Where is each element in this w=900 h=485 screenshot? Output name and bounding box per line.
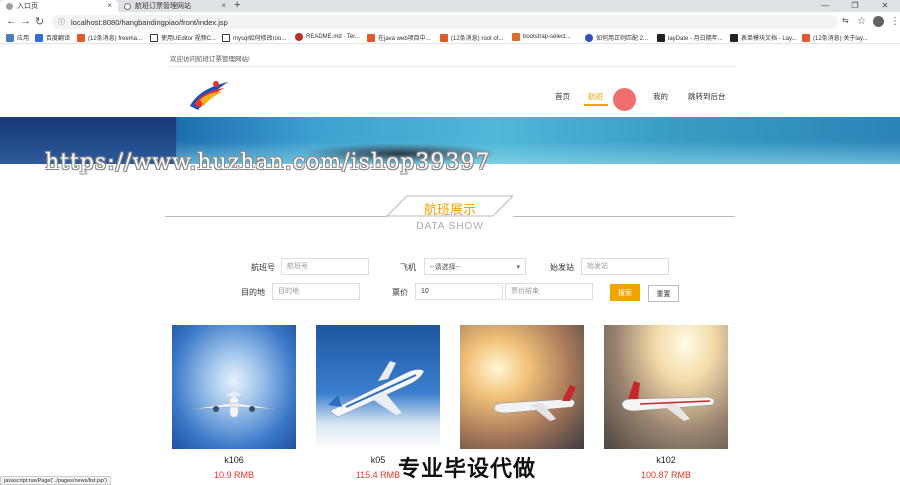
bookmark-favicon-icon — [802, 33, 810, 42]
overlay-watermark-text: 专业毕设代做 — [398, 456, 537, 481]
new-tab-button[interactable]: + — [234, 0, 240, 11]
bookmark-item[interactable]: 在java web项目中... — [367, 33, 431, 42]
destination-input[interactable] — [272, 283, 360, 300]
price-min-input[interactable] — [415, 283, 503, 300]
page-favicon-icon — [6, 2, 13, 10]
tab-title: 航班订票管理网站 — [135, 3, 191, 10]
bookmark-item[interactable]: README.md · Ter... — [295, 33, 360, 41]
nav-home[interactable]: 首页 — [555, 91, 570, 102]
flight-card[interactable] — [460, 325, 584, 449]
bookmark-favicon-icon — [512, 33, 520, 41]
bookmark-item[interactable]: bootstrap-select... — [512, 33, 571, 41]
bookmark-favicon-icon — [367, 33, 375, 42]
bookmark-item[interactable]: (12条消息) root of... — [440, 33, 503, 42]
status-bar: javascript:navPage('../pages/news/list.j… — [0, 476, 111, 485]
flight-no-input[interactable] — [281, 258, 369, 275]
flight-image[interactable] — [460, 325, 584, 449]
bookmark-favicon-icon — [295, 33, 303, 41]
plane-select[interactable]: --请选择-- ▾ — [424, 258, 526, 275]
bookmark-favicon-icon — [35, 33, 43, 42]
bookmark-item[interactable]: mysql如何修改roo... — [222, 33, 286, 42]
bookmark-item[interactable]: (12条消息) 关于lay... — [802, 33, 868, 42]
flight-image[interactable] — [172, 325, 296, 449]
nav-flights[interactable]: 航班 — [588, 91, 603, 102]
bookmark-item[interactable]: layDate - 月日期年... — [657, 33, 723, 42]
chevron-down-icon: ▾ — [516, 264, 520, 271]
section-title: 航班展示 — [423, 202, 476, 217]
bookmark-favicon-icon — [150, 33, 158, 42]
section-divider-right — [513, 216, 735, 217]
section-divider-left — [165, 216, 387, 217]
back-arrow-icon[interactable]: ← — [6, 15, 17, 27]
translate-icon[interactable]: ⇆ — [842, 16, 849, 25]
airplane-icon — [328, 361, 425, 418]
profile-avatar-icon[interactable] — [873, 16, 884, 27]
minimize-window-icon[interactable]: — — [810, 0, 840, 12]
flight-image[interactable] — [316, 325, 440, 449]
flight-card[interactable]: k05 115.4 RMB — [316, 325, 440, 480]
apps-grid-icon — [6, 33, 14, 42]
close-window-icon[interactable]: ✕ — [870, 0, 900, 12]
url-text: localhost:8080/hangbandingpiao/front/ind… — [71, 17, 228, 27]
flight-card[interactable]: k106 10.9 RMB — [172, 325, 296, 480]
site-logo-icon[interactable] — [186, 76, 232, 112]
origin-label: 始发站 — [550, 263, 574, 272]
bookmark-item[interactable]: 使用UEditor 视频C... — [150, 33, 216, 42]
globe-icon — [124, 2, 131, 10]
flight-price: 10.9 RMB — [213, 470, 255, 480]
header-divider — [170, 66, 736, 67]
flight-no-label: 航班号 — [251, 263, 275, 272]
flight-image[interactable] — [604, 325, 728, 449]
info-icon[interactable]: ⓘ — [58, 17, 65, 27]
airplane-icon — [194, 391, 274, 417]
destination-label: 目的地 — [241, 288, 265, 297]
reload-icon[interactable]: ↻ — [35, 15, 44, 28]
maximize-window-icon[interactable]: ❐ — [840, 0, 870, 12]
plane-label: 飞机 — [400, 263, 416, 272]
close-tab-icon[interactable]: × — [221, 1, 226, 10]
bookmark-favicon-icon — [657, 33, 665, 42]
address-bar[interactable]: ⓘ localhost:8080/hangbandingpiao/front/i… — [52, 15, 838, 29]
search-button[interactable]: 搜索 — [610, 284, 640, 301]
browser-toolbar: ← → ↻ ⓘ localhost:8080/hangbandingpiao/f… — [0, 12, 900, 32]
airplane-icon — [493, 385, 576, 421]
bookmark-item[interactable]: 百度翻译 — [35, 33, 70, 42]
flight-card[interactable]: k102 100.87 RMB — [604, 325, 728, 480]
flight-name[interactable]: k102 — [604, 455, 728, 465]
menu-kebab-icon[interactable]: ⋮ — [890, 16, 900, 27]
nav-mine[interactable]: 我的 — [653, 91, 668, 102]
tab-strip: 入口页 × 航班订票管理网站 × + — ❐ ✕ — [0, 0, 900, 12]
welcome-text: 欢迎访问航班订票管理网站! — [170, 56, 250, 63]
airplane-icon — [621, 381, 715, 421]
close-tab-icon[interactable]: × — [107, 1, 112, 10]
price-max-input[interactable] — [505, 283, 593, 300]
nav-active-underline — [584, 104, 608, 106]
flight-price: 100.87 RMB — [640, 470, 692, 480]
bookmark-favicon-icon — [222, 33, 230, 42]
browser-tab-1[interactable]: 入口页 × — [0, 0, 118, 12]
tab-title: 入口页 — [17, 3, 38, 10]
origin-input[interactable] — [581, 258, 669, 275]
flight-name[interactable]: k106 — [172, 455, 296, 465]
bookmark-favicon-icon — [77, 33, 85, 42]
bookmark-apps[interactable]: 应用 — [6, 33, 29, 42]
bookmark-star-icon[interactable]: ☆ — [857, 16, 866, 27]
bookmark-favicon-icon — [440, 33, 448, 42]
forward-arrow-icon[interactable]: → — [20, 15, 31, 27]
price-label: 票价 — [392, 288, 408, 297]
bookmark-item[interactable]: 表单模块文档 - Lay... — [730, 33, 797, 42]
bookmarks-bar: 应用 百度翻译 (12条消息) freema... 使用UEditor 视频C.… — [0, 32, 900, 44]
bookmark-item[interactable]: (12条消息) freema... — [77, 33, 142, 42]
bookmark-favicon-icon — [730, 33, 738, 42]
section-subtitle: DATA SHOW — [416, 221, 484, 232]
bookmark-favicon-icon — [585, 33, 593, 42]
browser-tab-2[interactable]: 航班订票管理网站 × — [118, 0, 232, 12]
nav-admin[interactable]: 跳转到后台 — [688, 91, 726, 102]
watermark-url: https://www.huzhan.com/ishop39397 — [45, 150, 491, 175]
mouse-cursor-highlight — [613, 88, 636, 111]
reset-button[interactable]: 重置 — [648, 285, 679, 302]
bookmark-item[interactable]: 如何用正则匹配 2... — [585, 33, 648, 42]
